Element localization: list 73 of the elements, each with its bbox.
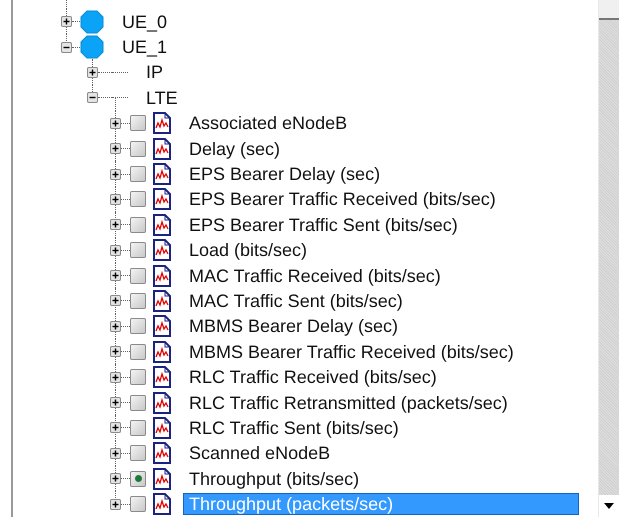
tree-item-label[interactable]: EPS Bearer Delay (sec)	[187, 165, 382, 184]
checkbox[interactable]	[130, 115, 146, 132]
tree-item-label[interactable]: EPS Bearer Traffic Received (bits/sec)	[187, 190, 498, 208]
expand-icon[interactable]	[110, 422, 121, 434]
checkbox[interactable]	[130, 496, 146, 512]
line-graph-icon	[153, 264, 171, 287]
tree-item-label[interactable]: IP	[144, 63, 166, 82]
tree-item-label[interactable]: UE_0	[120, 12, 170, 31]
tree-item-label[interactable]: UE_1	[120, 38, 170, 56]
line-graph-icon	[153, 138, 171, 160]
checkbox[interactable]	[130, 242, 146, 258]
tree-item-label[interactable]: Delay (sec)	[187, 140, 282, 158]
expand-icon[interactable]	[110, 168, 121, 180]
tree-item-label[interactable]: LTE	[144, 88, 180, 107]
collapse-icon[interactable]	[87, 92, 98, 104]
line-graph-icon	[153, 366, 171, 388]
tree-item-label[interactable]: Load (bits/sec)	[187, 241, 310, 260]
checkbox[interactable]	[130, 394, 146, 411]
expand-icon[interactable]	[87, 66, 98, 78]
expand-icon[interactable]	[110, 118, 121, 129]
tree-item-label[interactable]: EPS Bearer Traffic Sent (bits/sec)	[187, 216, 460, 234]
line-graph-icon	[153, 163, 171, 186]
line-graph-icon	[153, 392, 171, 414]
scroll-down-arrow-icon[interactable]	[604, 503, 614, 509]
checkbox[interactable]	[130, 470, 146, 487]
line-graph-icon	[153, 214, 171, 236]
expand-icon[interactable]	[110, 448, 121, 459]
line-graph-icon	[153, 416, 171, 439]
line-graph-icon	[153, 442, 171, 464]
tree-item-label[interactable]: MBMS Bearer Delay (sec)	[187, 317, 400, 336]
line-graph-icon	[153, 188, 171, 210]
checkbox[interactable]	[130, 191, 146, 208]
tree-item-label[interactable]: MBMS Bearer Traffic Received (bits/sec)	[187, 342, 516, 361]
checkbox[interactable]	[130, 420, 146, 436]
expand-icon[interactable]	[61, 16, 72, 28]
line-graph-icon	[153, 112, 171, 134]
scrollbar-thumb[interactable]	[599, 0, 619, 20]
expand-icon[interactable]	[110, 397, 121, 408]
line-graph-icon	[153, 468, 171, 490]
checkbox[interactable]	[130, 140, 146, 157]
expand-icon[interactable]	[110, 473, 121, 484]
checkbox[interactable]	[130, 292, 146, 309]
checkbox[interactable]	[130, 216, 146, 233]
expand-icon[interactable]	[110, 270, 121, 282]
expand-icon[interactable]	[110, 320, 121, 332]
checkbox[interactable]	[130, 318, 146, 334]
collapse-icon[interactable]	[61, 42, 72, 53]
expand-icon[interactable]	[110, 244, 121, 256]
tree-item-label[interactable]: Scanned eNodeB	[187, 444, 332, 462]
tree-item-label[interactable]: RLC Traffic Sent (bits/sec)	[187, 418, 401, 437]
tree-item-label[interactable]: RLC Traffic Received (bits/sec)	[187, 368, 439, 386]
checkbox[interactable]	[130, 445, 146, 462]
checkbox[interactable]	[130, 268, 146, 284]
checkbox[interactable]	[130, 369, 146, 386]
expand-icon[interactable]	[110, 498, 121, 510]
tree-item-label[interactable]: MAC Traffic Received (bits/sec)	[187, 266, 443, 285]
expand-icon[interactable]	[110, 372, 121, 383]
checkbox[interactable]	[130, 344, 146, 360]
expand-icon[interactable]	[110, 346, 121, 358]
tree-item-label[interactable]: RLC Traffic Retransmitted (packets/sec)	[187, 394, 510, 412]
line-graph-icon	[153, 340, 171, 363]
expand-icon[interactable]	[110, 143, 121, 154]
expand-icon[interactable]	[110, 295, 121, 306]
tree-item-label[interactable]: Associated eNodeB	[187, 114, 350, 132]
expand-icon[interactable]	[110, 194, 121, 205]
scrollbar[interactable]	[598, 0, 619, 517]
line-graph-icon	[153, 290, 171, 312]
tree-item-label[interactable]: MAC Traffic Sent (bits/sec)	[187, 292, 405, 310]
tree-item-label[interactable]: Throughput (bits/sec)	[187, 470, 362, 488]
checkbox[interactable]	[130, 166, 146, 182]
expand-icon[interactable]	[110, 219, 121, 230]
line-graph-icon	[153, 239, 171, 262]
line-graph-icon	[153, 315, 171, 338]
